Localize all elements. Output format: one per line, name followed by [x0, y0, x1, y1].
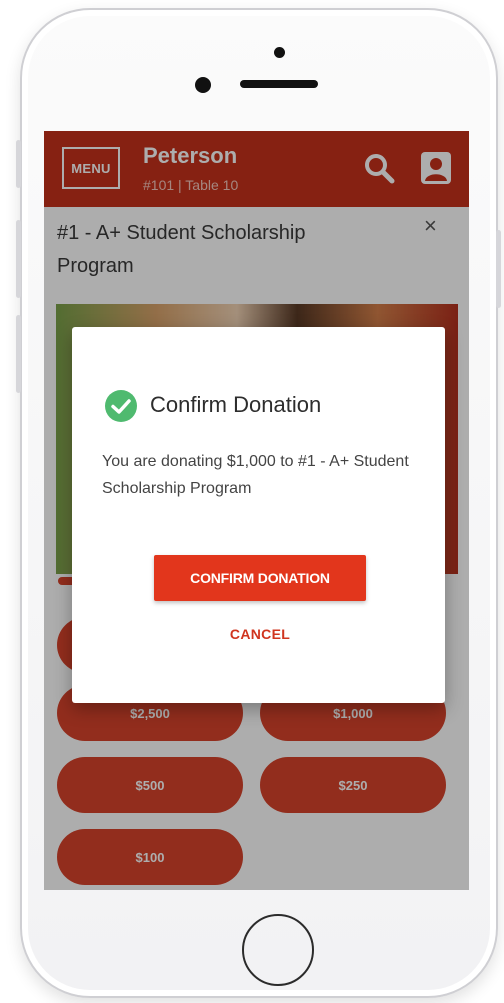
cancel-button[interactable]: CANCEL — [154, 617, 366, 651]
confirm-donation-button[interactable]: CONFIRM DONATION — [154, 555, 366, 601]
phone-volume-down — [16, 315, 21, 393]
phone-power-button — [496, 230, 501, 308]
phone-volume-up — [16, 220, 21, 298]
home-button[interactable] — [242, 914, 314, 986]
speaker-grille — [240, 80, 318, 88]
dialog-title: Confirm Donation — [150, 392, 322, 417]
phone-side-button — [16, 140, 21, 188]
confirm-donation-dialog: Confirm Donation You are donating $1,000… — [72, 327, 445, 703]
dialog-message: You are donating $1,000 to #1 - A+ Stude… — [102, 453, 409, 497]
app-screen: MENU Peterson #101 | Table 10 #1 - A+ St… — [44, 131, 469, 890]
check-circle-icon — [105, 390, 137, 422]
camera-icon — [274, 47, 285, 58]
front-camera-icon — [195, 77, 211, 93]
